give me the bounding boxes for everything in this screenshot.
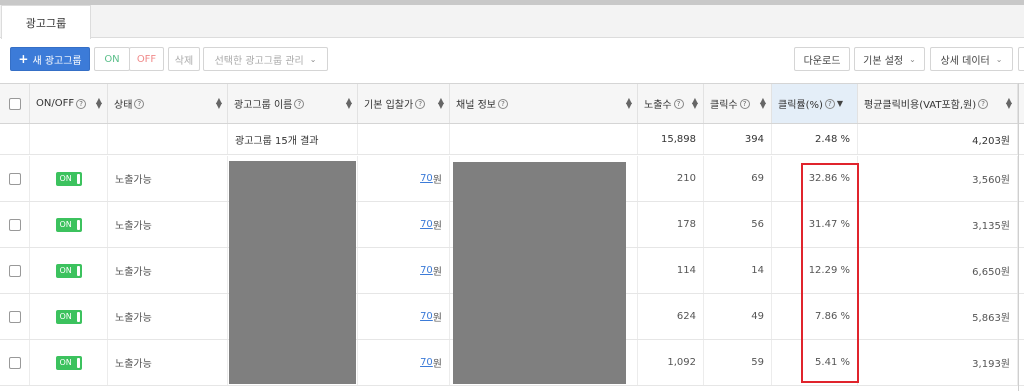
header-channel[interactable]: 채널 정보? ▲ ▼ bbox=[450, 84, 638, 123]
help-icon[interactable]: ? bbox=[76, 98, 87, 109]
more-button[interactable] bbox=[1018, 47, 1024, 71]
help-icon[interactable]: ? bbox=[739, 98, 750, 109]
tab-strip: 광고그룹 bbox=[0, 5, 1024, 39]
clicks-cell: 69 bbox=[704, 156, 772, 201]
tab-ad-groups[interactable]: 광고그룹 bbox=[1, 5, 91, 39]
sort-icon[interactable]: ▲ ▼ bbox=[438, 97, 444, 110]
impressions-cell: 114 bbox=[638, 248, 704, 293]
help-icon[interactable]: ? bbox=[415, 98, 426, 109]
sort-icon[interactable]: ▲ ▼ bbox=[1006, 97, 1012, 110]
bid-cell: 70 원 bbox=[358, 340, 450, 385]
sort-icon[interactable]: ▲ ▼ bbox=[216, 97, 222, 110]
on-off-toggle[interactable]: ON bbox=[55, 263, 82, 278]
clicks-cell: 14 bbox=[704, 248, 772, 293]
header-select-all[interactable] bbox=[0, 84, 30, 123]
chevron-down-icon: ⌄ bbox=[309, 54, 317, 64]
summary-ctr: 2.48 % bbox=[772, 124, 858, 154]
bid-link[interactable]: 70 bbox=[420, 311, 433, 322]
bid-cell: 70 원 bbox=[358, 156, 450, 201]
header-status[interactable]: 상태? ▲ ▼ bbox=[108, 84, 228, 123]
bid-cell: 70 원 bbox=[358, 202, 450, 247]
help-icon[interactable]: ? bbox=[673, 98, 684, 109]
header-ctr[interactable]: 클릭률(%)? ▼ bbox=[772, 84, 858, 123]
sort-icon[interactable]: ▲ ▼ bbox=[626, 97, 632, 110]
clicks-cell: 56 bbox=[704, 202, 772, 247]
impressions-cell: 178 bbox=[638, 202, 704, 247]
row-checkbox[interactable] bbox=[8, 356, 21, 369]
bid-link[interactable]: 70 bbox=[420, 173, 433, 184]
on-off-toggle[interactable]: ON bbox=[55, 171, 82, 186]
help-icon[interactable]: ? bbox=[824, 98, 835, 109]
redacted-ad-group-names bbox=[229, 161, 356, 384]
row-checkbox[interactable] bbox=[8, 172, 21, 185]
table-row bbox=[0, 386, 1024, 391]
status-text: 노출가능 bbox=[108, 340, 228, 385]
on-off-toggle[interactable]: ON bbox=[55, 355, 82, 370]
download-button[interactable]: 다운로드 bbox=[794, 47, 850, 71]
header-onoff[interactable]: ON/OFF? ▲ ▼ bbox=[30, 84, 108, 123]
cpc-cell: 3,135원 bbox=[858, 202, 1018, 247]
plus-icon: + bbox=[18, 52, 29, 66]
row-checkbox[interactable] bbox=[8, 264, 21, 277]
cpc-cell: 3,560원 bbox=[858, 156, 1018, 201]
help-icon[interactable]: ? bbox=[134, 98, 145, 109]
clicks-cell: 59 bbox=[704, 340, 772, 385]
ctr-highlight-box bbox=[801, 163, 859, 383]
sort-icon[interactable]: ▲ ▼ bbox=[346, 97, 352, 110]
bid-link[interactable]: 70 bbox=[420, 219, 433, 230]
cpc-cell: 3,193원 bbox=[858, 340, 1018, 385]
impressions-cell: 1,092 bbox=[638, 340, 704, 385]
redacted-channel-info bbox=[453, 162, 626, 384]
chevron-down-icon: ⌄ bbox=[995, 54, 1003, 64]
bid-cell: 70 원 bbox=[358, 294, 450, 339]
cpc-cell: 6,650원 bbox=[858, 248, 1018, 293]
summary-row: 광고그룹 15개 결과 15,898 394 2.48 % 4,203원 bbox=[0, 124, 1024, 155]
status-text: 노출가능 bbox=[108, 294, 228, 339]
table-header: ON/OFF? ▲ ▼ 상태? ▲ ▼ 광고그룹 이름? ▲ ▼ 기본 입찰가? ▲ ▼… bbox=[0, 83, 1024, 124]
summary-clicks: 394 bbox=[704, 124, 772, 154]
sort-desc-icon[interactable]: ▼ bbox=[837, 99, 843, 108]
header-name[interactable]: 광고그룹 이름? ▲ ▼ bbox=[228, 84, 358, 123]
toolbar: + 새 광고그룹 ON OFF 삭제 선택한 광고그룹 관리 ⌄ 다운로드 기본… bbox=[0, 38, 1024, 82]
manage-selected-dropdown[interactable]: 선택한 광고그룹 관리 ⌄ bbox=[203, 47, 328, 71]
on-off-toggle[interactable]: ON bbox=[55, 217, 82, 232]
detail-data-dropdown[interactable]: 상세 데이터 ⌄ bbox=[930, 47, 1013, 71]
status-text: 노출가능 bbox=[108, 156, 228, 201]
select-all-checkbox[interactable] bbox=[8, 97, 21, 110]
off-button[interactable]: OFF bbox=[129, 47, 164, 71]
on-off-toggle[interactable]: ON bbox=[55, 309, 82, 324]
bid-link[interactable]: 70 bbox=[420, 357, 433, 368]
help-icon[interactable]: ? bbox=[294, 98, 305, 109]
impressions-cell: 210 bbox=[638, 156, 704, 201]
status-text: 노출가능 bbox=[108, 202, 228, 247]
summary-label: 광고그룹 15개 결과 bbox=[228, 124, 358, 154]
sort-icon[interactable]: ▲ ▼ bbox=[692, 97, 698, 110]
help-icon[interactable]: ? bbox=[497, 98, 508, 109]
bid-cell: 70 원 bbox=[358, 248, 450, 293]
header-impressions[interactable]: 노출수? ▲ ▼ bbox=[638, 84, 704, 123]
sort-icon[interactable]: ▲ ▼ bbox=[760, 97, 766, 110]
header-cpc[interactable]: 평균클릭비용(VAT포함,원)? ▲ ▼ bbox=[858, 84, 1018, 123]
header-bid[interactable]: 기본 입찰가? ▲ ▼ bbox=[358, 84, 450, 123]
header-clicks[interactable]: 클릭수? ▲ ▼ bbox=[704, 84, 772, 123]
sort-icon[interactable]: ▲ ▼ bbox=[96, 97, 102, 110]
summary-cpc: 4,203원 bbox=[858, 124, 1018, 154]
status-text: 노출가능 bbox=[108, 248, 228, 293]
row-checkbox[interactable] bbox=[8, 310, 21, 323]
column-divider bbox=[1018, 83, 1019, 391]
on-button[interactable]: ON bbox=[94, 47, 130, 71]
cpc-cell: 5,863원 bbox=[858, 294, 1018, 339]
summary-impressions: 15,898 bbox=[638, 124, 704, 154]
delete-button[interactable]: 삭제 bbox=[168, 47, 200, 71]
chevron-down-icon: ⌄ bbox=[909, 54, 916, 64]
basic-settings-dropdown[interactable]: 기본 설정 ⌄ bbox=[854, 47, 925, 71]
impressions-cell: 624 bbox=[638, 294, 704, 339]
new-ad-group-button[interactable]: + 새 광고그룹 bbox=[10, 47, 90, 71]
row-checkbox[interactable] bbox=[8, 218, 21, 231]
bid-link[interactable]: 70 bbox=[420, 265, 433, 276]
clicks-cell: 49 bbox=[704, 294, 772, 339]
help-icon[interactable]: ? bbox=[978, 98, 989, 109]
